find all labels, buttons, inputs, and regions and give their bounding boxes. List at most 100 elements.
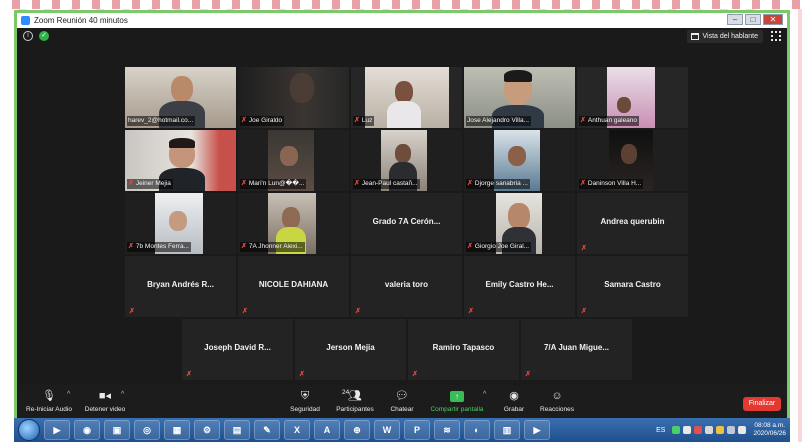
participant-name: Jerson Mejia [326, 343, 375, 352]
record-button[interactable]: ◉ Grabar [501, 389, 527, 413]
participant-video [508, 203, 530, 229]
participant-tile-no-video[interactable]: NICOLE DAHIANA ✗ [238, 256, 349, 317]
start-button-icon[interactable] [18, 419, 40, 441]
calculator-icon[interactable]: ▦ [164, 420, 190, 440]
muted-mic-icon: ✗ [581, 245, 587, 252]
app-icon[interactable]: ▣ [104, 420, 130, 440]
participant-video [290, 73, 314, 103]
security-button[interactable]: ⛨ Seguridad [287, 389, 323, 413]
participant-tile-no-video[interactable]: Andrea querubin ✗ [577, 193, 688, 254]
meeting-top-strip: i ✓ Vista del hablante [17, 28, 787, 46]
zoom-window: Zoom Reunión 40 minutos – □ ✕ i ✓ Vista … [14, 10, 790, 422]
participant-tile[interactable]: harev_2@hotmail.co... [125, 67, 236, 128]
chrome-icon[interactable]: ◉ [74, 420, 100, 440]
taskbar-clock[interactable]: 08:08 a.m. 2020/06/26 [753, 422, 786, 438]
participant-tile[interactable]: ✗ Giorgio Joe Giral... [464, 193, 575, 254]
participants-button[interactable]: 👥︎ 24 Participantes [331, 389, 379, 413]
participant-tile[interactable]: ✗ Anthuan galeano [577, 67, 688, 128]
close-button[interactable]: ✕ [763, 14, 783, 25]
participant-name-label: ✗ Anthuan galeano [579, 116, 640, 126]
speaker-view-button[interactable]: Vista del hablante [687, 30, 763, 43]
share-options-caret-icon[interactable]: ^ [483, 391, 486, 398]
tray-app-icon[interactable] [672, 426, 681, 434]
participant-video [395, 81, 413, 103]
chat-button[interactable]: 💬︎ Chatear [387, 389, 417, 413]
end-meeting-button[interactable]: Finalizar [743, 397, 781, 411]
excel-icon[interactable]: X [284, 420, 310, 440]
participant-tile[interactable]: ✗ Mari'n Lun@��... [238, 130, 349, 191]
app-icon[interactable]: ≋ [434, 420, 460, 440]
info-icon[interactable]: i [23, 31, 33, 41]
participant-name: Joseph David R... [204, 343, 271, 352]
fullscreen-icon[interactable] [771, 31, 781, 41]
participant-name: valeria toro [384, 280, 429, 289]
participant-name-label: ✗ 7b Montes Ferra... [127, 242, 191, 252]
app-icon[interactable]: ⊕ [344, 420, 370, 440]
muted-mic-icon: ✗ [242, 308, 248, 315]
participant-tile[interactable]: ✗ Jean-Paul castañ... [351, 130, 462, 191]
file-explorer-icon[interactable]: ▤ [224, 420, 250, 440]
participant-tile-no-video[interactable]: Joseph David R... ✗ [182, 319, 293, 380]
language-indicator[interactable]: ES [656, 427, 665, 434]
volume-icon[interactable] [738, 426, 747, 434]
participant-tile-no-video[interactable]: Grado 7A Cerón... [351, 193, 462, 254]
participant-tile[interactable]: ✗ Djorge sanabria ... [464, 130, 575, 191]
tray-app-icon[interactable] [705, 426, 714, 434]
participant-name: Ramiro Tapasco [432, 343, 495, 352]
app-icon[interactable]: ✎ [254, 420, 280, 440]
participant-name-label: ✗ Giorgio Joe Giral... [466, 242, 532, 252]
participant-tile[interactable]: ✗ Jeiner Mejia [125, 130, 236, 191]
share-screen-button[interactable]: ↑ Compartir pantalla [425, 389, 489, 413]
participant-tile-no-video[interactable]: Emily Castro He... ✗ [464, 256, 575, 317]
acrobat-icon[interactable]: A [314, 420, 340, 440]
participant-name: Emily Castro He... [485, 280, 554, 289]
participant-tile[interactable]: ✗ 7A Jhonner Alexi... [238, 193, 349, 254]
participant-tile[interactable]: ✗ 7b Montes Ferra... [125, 193, 236, 254]
app-icon[interactable]: ▥ [494, 420, 520, 440]
participant-name-label: ✗ 7A Jhonner Alexi... [240, 242, 305, 252]
participant-name-label: ✗ Daninson Villa H... [579, 179, 644, 189]
reactions-smiley-icon: ☺ [551, 390, 563, 402]
powerpoint-icon[interactable]: P [404, 420, 430, 440]
tray-app-icon[interactable] [694, 426, 703, 434]
media-player-icon[interactable]: ▶ [44, 420, 70, 440]
speaker-view-label: Vista del hablante [702, 33, 758, 40]
muted-mic-icon: ✗ [525, 371, 531, 378]
participant-tile-no-video[interactable]: Samara Castro ✗ [577, 256, 688, 317]
network-icon[interactable] [727, 426, 736, 434]
participant-name-label: ✗ Djorge sanabria ... [466, 179, 530, 189]
zoom-taskbar-icon[interactable]: ▶ [524, 420, 550, 440]
app-icon[interactable]: ⚙ [194, 420, 220, 440]
muted-mic-icon: ✗ [128, 243, 134, 250]
word-icon[interactable]: W [374, 420, 400, 440]
participant-tile-active-speaker[interactable]: Jose Alejandro Villa... [464, 67, 575, 128]
participant-name-label: harev_2@hotmail.co... [127, 116, 196, 126]
obs-icon[interactable]: ◐ [464, 420, 490, 440]
browser-icon[interactable]: ◎ [134, 420, 160, 440]
reactions-button[interactable]: ☺ Reacciones [537, 389, 577, 413]
participant-tile-no-video[interactable]: valeria toro ✗ [351, 256, 462, 317]
participant-video [617, 97, 631, 113]
participant-tile[interactable]: ✗ Joe Giraldo [238, 67, 349, 128]
minimize-button[interactable]: – [727, 14, 743, 25]
participant-tile-no-video[interactable]: Bryan Andrés R... ✗ [125, 256, 236, 317]
participant-tile[interactable]: ✗ Daninson Villa H... [577, 130, 688, 191]
participant-tile-no-video[interactable]: Ramiro Tapasco ✗ [408, 319, 519, 380]
audio-options-caret-icon[interactable]: ^ [67, 391, 70, 398]
tray-app-icon[interactable] [683, 426, 692, 434]
video-options-caret-icon[interactable]: ^ [121, 391, 124, 398]
participant-video [169, 211, 187, 231]
muted-mic-icon: ✗ [467, 243, 473, 250]
security-shield-icon: ⛨ [300, 390, 310, 402]
muted-mic-icon: ✗ [412, 371, 418, 378]
muted-mic-icon: ✗ [467, 180, 473, 187]
tray-app-icon[interactable] [716, 426, 725, 434]
participant-tile[interactable]: ✗ Luz [351, 67, 462, 128]
participant-tile-no-video[interactable]: 7/A Juan Migue... ✗ [521, 319, 632, 380]
maximize-button[interactable]: □ [745, 14, 761, 25]
encryption-shield-icon[interactable]: ✓ [39, 31, 49, 41]
photo-frame-top [0, 0, 802, 9]
participant-video [282, 207, 300, 229]
muted-mic-icon: ✗ [580, 180, 586, 187]
participant-tile-no-video[interactable]: Jerson Mejia ✗ [295, 319, 406, 380]
